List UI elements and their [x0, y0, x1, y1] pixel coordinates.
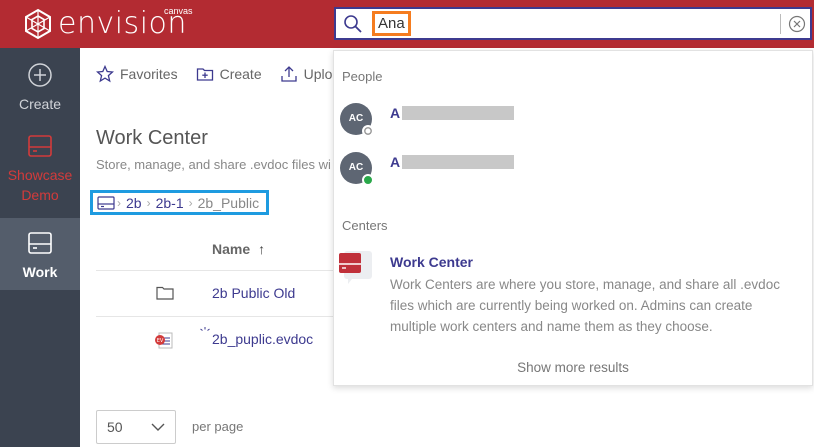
- section-header-centers: Centers: [342, 218, 388, 233]
- center-drawer-icon[interactable]: [97, 195, 115, 210]
- redacted-name-block: [402, 155, 514, 169]
- table-row-name[interactable]: 2b_puplic.evdoc: [212, 331, 313, 347]
- breadcrumb-item[interactable]: 2b: [126, 195, 142, 211]
- center-drawer-icon: [28, 135, 52, 157]
- favorites-label: Favorites: [120, 66, 178, 82]
- chevron-down-icon: [151, 423, 165, 431]
- status-offline-indicator: [362, 125, 374, 137]
- chevron-right-icon: ›: [188, 195, 193, 210]
- sidebar-item-label: Showcase Demo: [7, 167, 73, 203]
- sidebar-item-label: Create: [18, 96, 62, 112]
- row-divider: [96, 316, 336, 317]
- sort-ascending-icon: ↑: [258, 241, 266, 257]
- logo-superscript: canvas: [164, 6, 193, 16]
- breadcrumb-item[interactable]: 2b-1: [156, 195, 184, 211]
- row-divider: [96, 270, 336, 271]
- favorites-button[interactable]: Favorites: [96, 65, 178, 83]
- plus-circle-icon: [28, 63, 52, 87]
- breadcrumb: › 2b › 2b-1 › 2b_Public: [90, 190, 270, 215]
- sidebar-item-work[interactable]: Work: [0, 218, 80, 290]
- per-page-value: 50: [107, 419, 123, 435]
- loading-spinner-icon: [200, 327, 210, 331]
- search-result-person[interactable]: AC A: [338, 101, 808, 141]
- column-header-name[interactable]: Name ↑: [212, 241, 265, 257]
- sidebar-item-create[interactable]: Create: [0, 62, 80, 118]
- sidebar-item-showcase-demo[interactable]: Showcase Demo: [0, 133, 80, 213]
- folder-icon: [156, 286, 174, 300]
- table-row-name[interactable]: 2b Public Old: [212, 285, 295, 301]
- redacted-name-block: [402, 106, 514, 120]
- add-folder-icon: [196, 68, 213, 81]
- column-header-label: Name: [212, 241, 251, 257]
- center-result-title[interactable]: Work Center: [390, 254, 473, 270]
- search-icon: [344, 15, 362, 33]
- show-more-results-link[interactable]: Show more results: [334, 360, 812, 375]
- page-description: Store, manage, and share .evdoc files wi: [96, 157, 331, 172]
- center-drawer-icon: [28, 232, 52, 254]
- work-center-icon[interactable]: [338, 251, 372, 285]
- search-results-dropdown: People AC A AC A Centers Work Center Wor…: [333, 50, 813, 386]
- upload-icon: [280, 66, 297, 82]
- breadcrumb-current: 2b_Public: [197, 194, 260, 211]
- page-title: Work Center: [96, 127, 208, 149]
- status-online-indicator: [362, 174, 374, 186]
- svg-text:EV: EV: [157, 338, 164, 344]
- clear-search-icon[interactable]: [788, 15, 806, 33]
- per-page-label: per page: [192, 419, 244, 434]
- person-name: A: [390, 154, 401, 170]
- sidebar: Create Showcase Demo Work: [0, 48, 80, 447]
- per-page-select[interactable]: 50: [96, 410, 176, 444]
- create-button[interactable]: Create: [196, 65, 262, 83]
- create-label: Create: [219, 66, 262, 82]
- search-result-person[interactable]: AC A: [338, 150, 808, 190]
- search-divider: [780, 14, 781, 34]
- top-bar: envision canvas Ana: [0, 0, 814, 48]
- chevron-right-icon: ›: [146, 195, 151, 210]
- toolbar: Favorites Create Uploa: [96, 65, 358, 83]
- envision-logo-icon: [25, 8, 51, 40]
- evdoc-file-icon: EV: [155, 332, 173, 349]
- person-name: A: [390, 105, 401, 121]
- center-result-description: Work Centers are where you store, manage…: [390, 277, 780, 334]
- global-search-box[interactable]: Ana: [334, 7, 812, 40]
- upload-button[interactable]: Uploa: [280, 65, 340, 83]
- star-icon: [96, 65, 114, 83]
- search-input[interactable]: Ana: [372, 11, 411, 36]
- section-header-people: People: [342, 69, 383, 84]
- envision-logo[interactable]: envision canvas: [22, 6, 193, 40]
- chevron-right-icon: ›: [117, 195, 121, 210]
- sidebar-item-label: Work: [22, 264, 58, 280]
